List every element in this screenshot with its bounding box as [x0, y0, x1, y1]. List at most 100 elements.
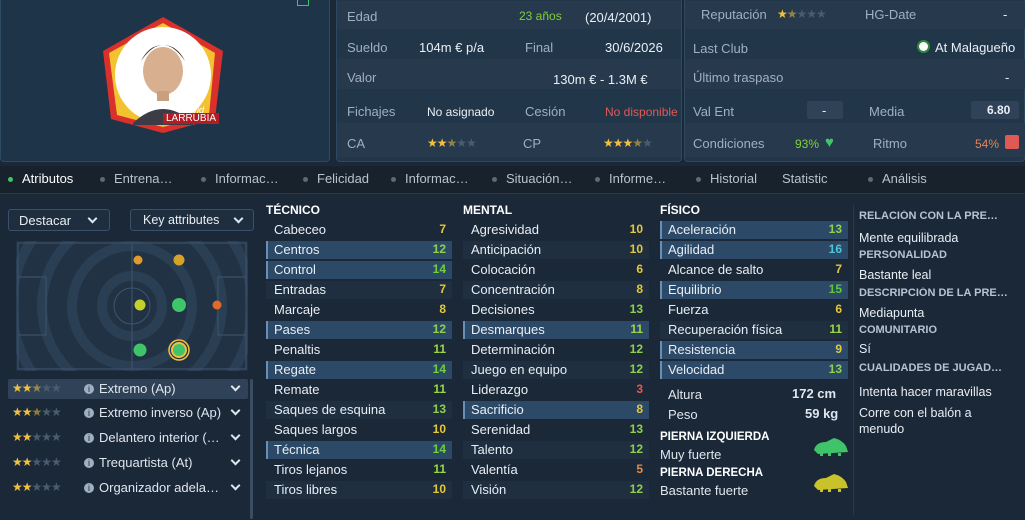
attribute-name: Aceleración — [668, 222, 736, 237]
attribute-row[interactable]: Tiros lejanos 11 — [266, 461, 452, 479]
attribute-name: Juego en equipo — [471, 362, 568, 377]
hg-date-label: HG-Date — [865, 7, 917, 22]
contract-info-card: Edad 23 años (20/4/2001) Sueldo 104m € p… — [336, 0, 682, 162]
attribute-row[interactable]: Tiros libres 10 — [266, 481, 452, 499]
attribute-row[interactable]: Resistencia 9 — [660, 341, 848, 359]
last-club-label: Last Club — [693, 41, 748, 56]
attribute-row[interactable]: Serenidad 13 — [463, 421, 649, 439]
tab-felicidad[interactable]: Felicidad — [303, 171, 369, 186]
personality-panel-divider — [853, 205, 854, 515]
info-icon: i — [84, 433, 94, 443]
val-ent-label: Val Ent — [693, 104, 734, 119]
attribute-name: Regate — [274, 362, 316, 377]
attribute-value: 16 — [828, 242, 842, 256]
wage-value: 104m € p/a — [419, 40, 485, 55]
position-pitch — [16, 241, 248, 371]
sharpness-icon — [1005, 135, 1019, 149]
profile-portrait-frame: David LARRUBIA — [97, 15, 229, 135]
attribute-name: Decisiones — [471, 302, 535, 317]
attribute-row[interactable]: Talento 12 — [463, 441, 649, 459]
attribute-row[interactable]: Agilidad 16 — [660, 241, 848, 259]
attribute-row[interactable]: Equilibrio 15 — [660, 281, 848, 299]
attribute-row[interactable]: Anticipación 10 — [463, 241, 649, 259]
tab-historial[interactable]: Historial — [696, 171, 757, 186]
player-trait-2: Corre con el balón a menudo — [859, 406, 972, 436]
attribute-row[interactable]: Agresividad 10 — [463, 221, 649, 239]
attribute-row[interactable]: Cabeceo 7 — [266, 221, 452, 239]
attribute-value: 9 — [835, 342, 842, 356]
attribute-name: Cabeceo — [274, 222, 327, 237]
attribute-row[interactable]: Concentración 8 — [463, 281, 649, 299]
role-row[interactable]: ★★★★★ i Organizador adela… — [8, 478, 248, 498]
attribute-row[interactable]: Penaltis 11 — [266, 341, 452, 359]
attribute-row[interactable]: Alcance de salto 7 — [660, 261, 848, 279]
attribute-row[interactable]: Entradas 7 — [266, 281, 452, 299]
media-value: 6.80 — [987, 103, 1011, 117]
attribute-value: 11 — [433, 382, 446, 396]
attribute-row[interactable]: Fuerza 6 — [660, 301, 848, 319]
sharpness-value: 54% — [975, 137, 1000, 151]
attribute-row[interactable]: Saques de esquina 13 — [266, 401, 452, 419]
attribute-value: 10 — [629, 222, 643, 236]
attribute-value: 14 — [432, 362, 446, 376]
attribute-row[interactable]: Aceleración 13 — [660, 221, 848, 239]
attribute-row[interactable]: Centros 12 — [266, 241, 452, 259]
attribute-row[interactable]: Remate 11 — [266, 381, 452, 399]
attribute-value: 6 — [835, 302, 842, 316]
attribute-value: 14 — [432, 262, 446, 276]
tab-atributos[interactable]: Atributos — [8, 171, 73, 186]
tab-informe[interactable]: Informe… — [595, 171, 666, 186]
attribute-row[interactable]: Recuperación física 11 — [660, 321, 848, 339]
attribute-value: 12 — [432, 242, 446, 256]
chevron-down-icon — [87, 213, 98, 224]
role-row[interactable]: ★★★★★ i Trequartista (At) — [8, 453, 248, 473]
attribute-row[interactable]: Pases 12 — [266, 321, 452, 339]
attribute-row[interactable]: Valentía 5 — [463, 461, 649, 479]
attribute-value: 11 — [630, 322, 643, 336]
attribute-row[interactable]: Saques largos 10 — [266, 421, 452, 439]
tab-entrenamiento[interactable]: Entrena… — [100, 171, 173, 186]
attribute-row[interactable]: Visión 12 — [463, 481, 649, 499]
attribute-row[interactable]: Velocidad 13 — [660, 361, 848, 379]
attribute-row[interactable]: Decisiones 13 — [463, 301, 649, 319]
attribute-row[interactable]: Control 14 — [266, 261, 452, 279]
role-row[interactable]: ★★★★★ i Extremo inverso (Ap) — [8, 403, 248, 423]
info-icon: i — [84, 408, 94, 418]
club-badge-icon[interactable] — [297, 0, 309, 6]
attribute-row[interactable]: Marcaje 8 — [266, 301, 452, 319]
description-heading: DESCRIPCIÓN DE LA PRE… — [859, 287, 1008, 299]
role-stars-icon: ★★★★★ — [12, 381, 62, 395]
role-row[interactable]: ★★★★★ i Delantero interior (… — [8, 428, 248, 448]
attribute-name: Serenidad — [471, 422, 531, 437]
attribute-row[interactable]: Sacrificio 8 — [463, 401, 649, 419]
description-text: Mediapunta — [859, 306, 925, 320]
attribute-row[interactable]: Técnica 14 — [266, 441, 452, 459]
tab-situacion[interactable]: Situación… — [492, 171, 572, 186]
tecnico-title: TÉCNICO — [266, 203, 320, 217]
attribute-row[interactable]: Determinación 12 — [463, 341, 649, 359]
attribute-row[interactable]: Juego en equipo 12 — [463, 361, 649, 379]
attribute-value: 7 — [439, 282, 446, 296]
attribute-row[interactable]: Regate 14 — [266, 361, 452, 379]
role-row[interactable]: ★★★★★ i Extremo (Ap) — [8, 379, 248, 399]
weight-value: 59 kg — [805, 406, 839, 421]
attribute-row[interactable]: Desmarques 11 — [463, 321, 649, 339]
attribute-row[interactable]: Colocación 6 — [463, 261, 649, 279]
club-crest-icon — [917, 40, 930, 53]
sharpness-label: Ritmo — [873, 136, 907, 151]
tab-analisis[interactable]: Análisis — [868, 171, 927, 186]
key-attributes-dropdown[interactable]: Key attributes — [130, 209, 254, 231]
attribute-row[interactable]: Liderazgo 3 — [463, 381, 649, 399]
tab-statistic[interactable]: Statistic — [782, 171, 828, 186]
highlight-dropdown[interactable]: Destacar — [8, 209, 110, 231]
tab-informacion-1[interactable]: Informac… — [201, 171, 279, 186]
age-value: 23 años — [519, 9, 562, 23]
tab-informacion-2[interactable]: Informac… — [391, 171, 469, 186]
attribute-name: Control — [274, 262, 316, 277]
chevron-down-icon — [230, 405, 241, 416]
attribute-value: 13 — [432, 402, 446, 416]
condition-label: Condiciones — [693, 136, 765, 151]
left-foot-value: Muy fuerte — [660, 447, 722, 462]
last-club-value[interactable]: At Malagueño — [935, 40, 1015, 55]
roles-scrollbar[interactable] — [250, 379, 253, 519]
